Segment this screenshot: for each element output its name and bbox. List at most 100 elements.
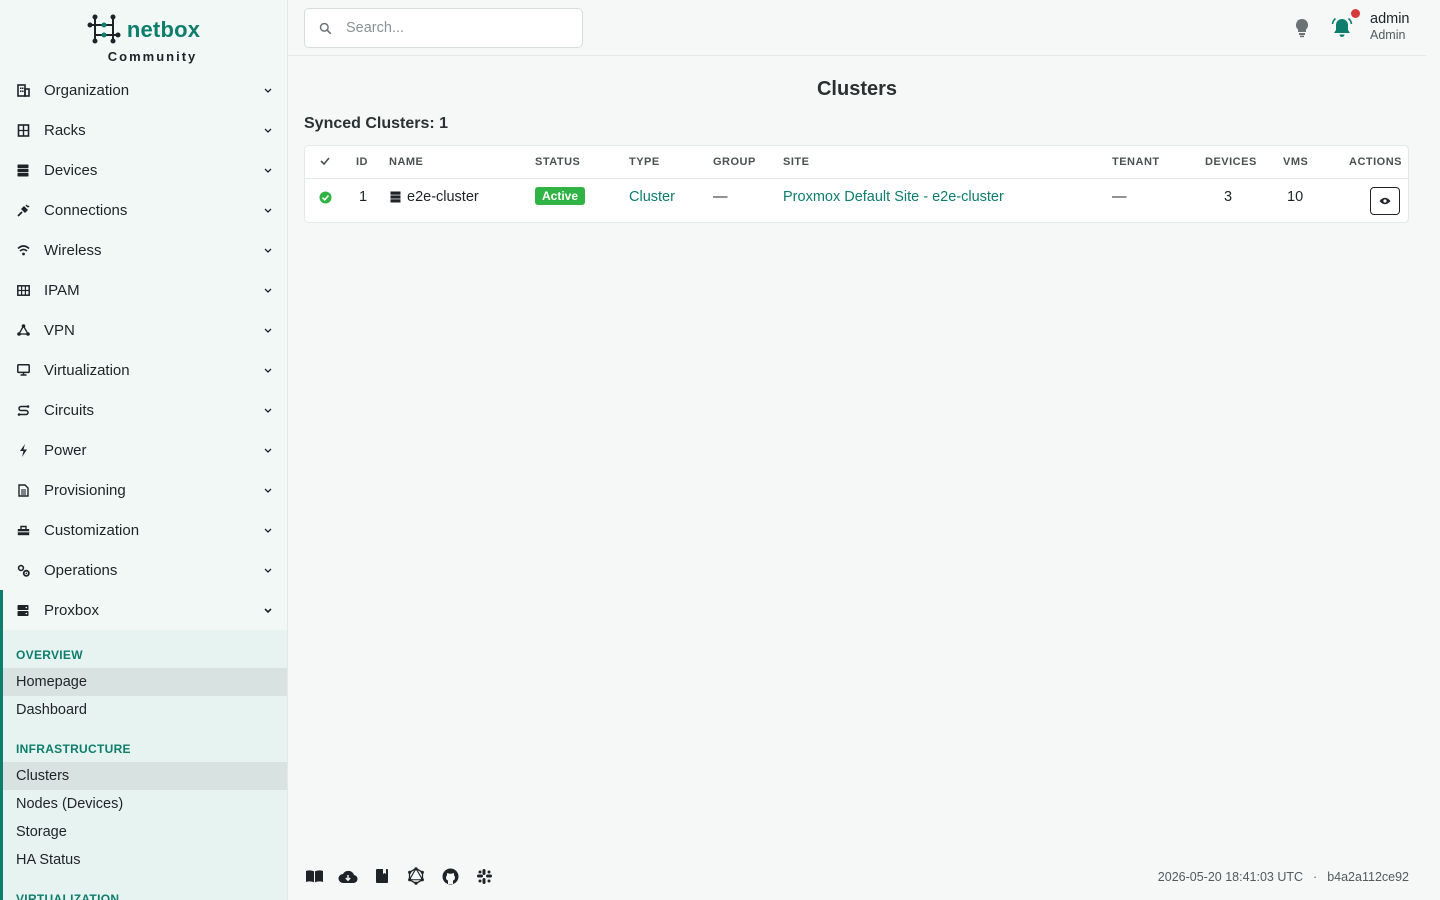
cell-id: 1 bbox=[359, 189, 368, 205]
brand-edition: Community bbox=[107, 48, 198, 64]
submenu-heading-virtualization: VIRTUALIZATION bbox=[16, 892, 120, 900]
network-icon bbox=[16, 323, 30, 337]
cell-vms: 10 bbox=[1287, 189, 1304, 205]
cell-tenant: — bbox=[1112, 189, 1127, 205]
counter-icon bbox=[16, 283, 30, 297]
notebook-icon[interactable] bbox=[372, 866, 392, 886]
sync-status-icon bbox=[319, 191, 332, 208]
chevron-down-icon bbox=[263, 485, 273, 495]
nav-label: Proxbox bbox=[44, 601, 100, 619]
server-icon bbox=[16, 603, 30, 617]
nav-devices[interactable]: Devices bbox=[0, 150, 287, 190]
lightbulb-icon[interactable] bbox=[1292, 17, 1312, 39]
nav-label: Connections bbox=[44, 201, 128, 219]
nav-label: Circuits bbox=[44, 401, 95, 419]
submenu-item-nodes[interactable]: Nodes (Devices) bbox=[3, 790, 287, 818]
search-box[interactable] bbox=[304, 8, 583, 48]
chevron-down-icon bbox=[263, 205, 273, 215]
chevron-down-icon bbox=[263, 525, 273, 535]
graphql-icon[interactable] bbox=[406, 866, 426, 886]
nav-virtualization[interactable]: Virtualization bbox=[0, 350, 287, 390]
nav-organization[interactable]: Organization bbox=[0, 70, 287, 110]
user-role: Admin bbox=[1370, 28, 1406, 42]
top-bar: admin Admin bbox=[288, 0, 1426, 56]
chevron-down-icon bbox=[263, 405, 273, 415]
sidebar: netbox Community Organization Racks Devi… bbox=[0, 0, 288, 900]
submenu-item-clusters[interactable]: Clusters bbox=[3, 762, 287, 790]
submenu-item-ha-status[interactable]: HA Status bbox=[3, 846, 287, 874]
brand-logo[interactable]: netbox Community bbox=[0, 0, 287, 70]
cluster-name: e2e-cluster bbox=[407, 189, 479, 205]
submenu-item-storage[interactable]: Storage bbox=[3, 818, 287, 846]
submenu-heading-infrastructure: INFRASTRUCTURE bbox=[16, 742, 131, 756]
nav-customization[interactable]: Customization bbox=[0, 510, 287, 550]
user-menu[interactable]: admin Admin bbox=[1370, 11, 1410, 42]
column-header-group[interactable]: GROUP bbox=[713, 156, 756, 168]
table-header: ID NAME STATUS TYPE GROUP SITE TENANT DE… bbox=[305, 146, 1408, 179]
book-icon[interactable] bbox=[304, 866, 324, 886]
server-icon bbox=[390, 191, 401, 203]
chevron-down-icon bbox=[263, 245, 273, 255]
nav-wireless[interactable]: Wireless bbox=[0, 230, 287, 270]
nav-label: Provisioning bbox=[44, 481, 126, 499]
nav-label: VPN bbox=[44, 321, 75, 339]
column-header-type[interactable]: TYPE bbox=[629, 156, 660, 168]
nav-ipam[interactable]: IPAM bbox=[0, 270, 287, 310]
cogs-icon bbox=[16, 563, 30, 577]
page-title: Clusters bbox=[816, 78, 898, 100]
chevron-down-icon bbox=[263, 125, 273, 135]
bolt-icon bbox=[16, 443, 30, 457]
cell-name[interactable]: e2e-cluster bbox=[390, 189, 479, 205]
column-header-tenant[interactable]: TENANT bbox=[1112, 156, 1160, 168]
column-header-devices[interactable]: DEVICES bbox=[1205, 156, 1257, 168]
submenu-item-dashboard[interactable]: Dashboard bbox=[3, 696, 287, 724]
nav-label: Customization bbox=[44, 521, 140, 539]
nav-vpn[interactable]: VPN bbox=[0, 310, 287, 350]
wifi-icon bbox=[16, 243, 30, 257]
column-header-vms[interactable]: VMS bbox=[1283, 156, 1308, 168]
nav-operations[interactable]: Operations bbox=[0, 550, 287, 590]
chevron-down-icon bbox=[263, 285, 273, 295]
column-header-status[interactable]: STATUS bbox=[535, 156, 580, 168]
monitor-icon bbox=[16, 363, 30, 377]
server-icon bbox=[16, 163, 30, 177]
footer-separator: · bbox=[1313, 870, 1318, 884]
transit-icon bbox=[16, 403, 30, 417]
chevron-down-icon bbox=[263, 605, 273, 615]
select-all-checkbox[interactable] bbox=[320, 156, 330, 168]
building-icon bbox=[16, 83, 30, 97]
chevron-down-icon bbox=[263, 325, 273, 335]
proxbox-submenu: OVERVIEW Homepage Dashboard INFRASTRUCTU… bbox=[0, 630, 287, 900]
column-header-name[interactable]: NAME bbox=[389, 156, 423, 168]
footer-commit[interactable]: b4a2a112ce92 bbox=[1327, 870, 1409, 884]
cell-type-link[interactable]: Cluster bbox=[629, 189, 675, 205]
nav-circuits[interactable]: Circuits bbox=[0, 390, 287, 430]
footer-meta: 2026-05-20 18:41:03 UTC · b4a2a112ce92 bbox=[1158, 870, 1409, 884]
main-nav: Organization Racks Devices Connections W… bbox=[0, 70, 287, 900]
column-header-site[interactable]: SITE bbox=[783, 156, 809, 168]
nav-proxbox[interactable]: Proxbox bbox=[0, 590, 287, 630]
plug-icon bbox=[16, 203, 30, 217]
chevron-down-icon bbox=[263, 445, 273, 455]
nav-label: Racks bbox=[44, 121, 86, 139]
rack-icon bbox=[16, 123, 30, 137]
file-icon bbox=[16, 483, 30, 497]
slack-icon[interactable] bbox=[474, 866, 494, 886]
bell-icon[interactable] bbox=[1330, 16, 1354, 40]
cloud-download-icon[interactable] bbox=[338, 866, 358, 886]
nav-label: Organization bbox=[44, 81, 130, 99]
column-header-id[interactable]: ID bbox=[356, 156, 368, 168]
nav-connections[interactable]: Connections bbox=[0, 190, 287, 230]
submenu-item-homepage[interactable]: Homepage bbox=[3, 668, 287, 696]
nav-label: Operations bbox=[44, 561, 118, 579]
github-icon[interactable] bbox=[440, 866, 460, 886]
nav-racks[interactable]: Racks bbox=[0, 110, 287, 150]
nav-provisioning[interactable]: Provisioning bbox=[0, 470, 287, 510]
user-name: admin bbox=[1370, 11, 1410, 27]
nav-power[interactable]: Power bbox=[0, 430, 287, 470]
cell-site-link[interactable]: Proxmox Default Site - e2e-cluster bbox=[783, 189, 1004, 205]
search-input[interactable] bbox=[346, 20, 566, 36]
nav-label: Virtualization bbox=[44, 361, 130, 379]
cell-group: — bbox=[713, 189, 728, 205]
view-button[interactable] bbox=[1370, 187, 1400, 215]
